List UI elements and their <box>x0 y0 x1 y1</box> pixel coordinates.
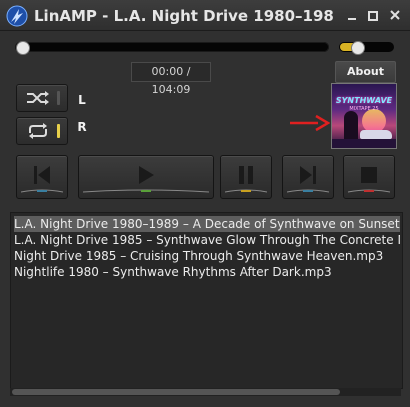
playlist-item[interactable]: Nightlife 1980 – Synthwave Rhythms After… <box>14 264 400 280</box>
stop-icon <box>361 167 377 183</box>
pause-button[interactable] <box>220 155 272 199</box>
stop-button[interactable] <box>343 155 395 199</box>
repeat-button[interactable] <box>16 117 68 145</box>
volume-slider-handle[interactable] <box>350 41 365 55</box>
playlist-item[interactable]: L.A. Night Drive 1980–1989 – A Decade of… <box>14 216 400 232</box>
album-art-subtitle: MIXTAPE 25 <box>349 106 379 112</box>
album-art-figure <box>344 111 358 141</box>
previous-icon <box>34 166 50 184</box>
next-button[interactable] <box>282 155 334 199</box>
about-button[interactable]: About <box>335 61 396 83</box>
play-button[interactable] <box>78 155 214 199</box>
scrollbar-thumb[interactable] <box>12 389 340 395</box>
shuffle-button[interactable] <box>16 84 68 112</box>
repeat-icon <box>29 123 47 139</box>
channel-left-label: L <box>78 93 86 107</box>
time-display: 00:00 / 104:09 <box>131 62 211 96</box>
play-icon <box>139 166 154 184</box>
next-accent <box>287 189 329 193</box>
maximize-icon[interactable] <box>364 7 380 23</box>
playlist-item[interactable]: L.A. Night Drive 1985 – Synthwave Glow T… <box>14 232 400 248</box>
channel-right-label: R <box>77 120 87 134</box>
linamp-window: LinAMP - L.A. Night Drive 1980–1989 – A … <box>0 0 410 407</box>
album-art: SYNTHWAVE MIXTAPE 25 <box>331 83 397 149</box>
next-icon <box>300 166 316 184</box>
previous-accent <box>21 189 63 193</box>
album-art-ground <box>332 139 396 148</box>
shuffle-indicator <box>57 91 60 105</box>
minimize-icon[interactable] <box>344 7 360 23</box>
repeat-indicator <box>57 124 60 138</box>
shuffle-icon <box>27 91 49 105</box>
pause-accent <box>225 189 267 193</box>
window-title: LinAMP - L.A. Night Drive 1980–1989 – A … <box>34 7 334 25</box>
playlist-item[interactable]: Night Drive 1985 – Cruising Through Synt… <box>14 248 400 264</box>
previous-button[interactable] <box>16 155 68 199</box>
playlist[interactable]: L.A. Night Drive 1980–1989 – A Decade of… <box>10 212 403 389</box>
close-icon[interactable] <box>387 7 403 23</box>
linamp-logo-icon <box>6 5 28 27</box>
seek-slider-handle[interactable] <box>16 41 30 55</box>
album-art-title: SYNTHWAVE <box>335 96 393 105</box>
pause-icon <box>239 166 253 184</box>
play-accent <box>83 189 209 193</box>
album-art-car <box>360 130 392 139</box>
red-arrow-icon <box>290 114 330 132</box>
seek-slider[interactable] <box>15 42 329 52</box>
title-bar[interactable]: LinAMP - L.A. Night Drive 1980–1989 – A … <box>0 0 410 31</box>
stop-accent <box>348 189 390 193</box>
